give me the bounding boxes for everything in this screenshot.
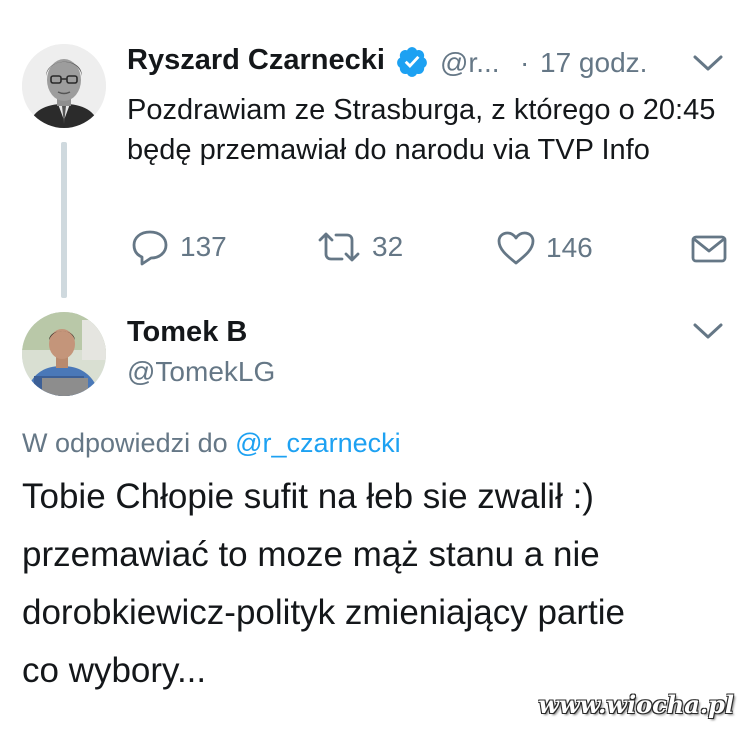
verified-badge-icon: [395, 45, 429, 79]
avatar-image: [22, 312, 106, 396]
watermark: www.wiocha.pl: [538, 690, 734, 719]
chevron-down-icon[interactable]: [690, 50, 726, 76]
reply-count: 137: [180, 231, 227, 262]
retweet-button[interactable]: 32: [316, 230, 403, 264]
tweet-text-line: przemawiać to moze mąż stanu a nie: [22, 535, 600, 574]
retweet-icon: [318, 232, 360, 262]
like-button[interactable]: 146: [496, 230, 593, 266]
avatar-ryszard-czarnecki[interactable]: [22, 44, 106, 128]
tweet-text: Pozdrawiam ze Strasburga, z którego o 20…: [127, 94, 716, 166]
reply-prefix: W odpowiedzi do: [22, 428, 228, 458]
reply-to-handle-link[interactable]: @r_czarnecki: [235, 428, 400, 458]
tweet-text-line: dorobkiewicz-polityk zmieniający partie: [22, 593, 626, 632]
tweet-text: Tobie Chłopie sufit na łeb sie zwalił :)…: [22, 468, 722, 700]
author-handle[interactable]: @r...: [440, 47, 500, 79]
like-count: 146: [546, 232, 593, 263]
meta-separator: ·: [520, 47, 530, 78]
avatar-tomek-b[interactable]: [22, 312, 106, 396]
direct-message-icon[interactable]: [690, 232, 728, 266]
retweet-count: 32: [372, 231, 404, 262]
tweet-timestamp[interactable]: 17 godz.: [540, 47, 647, 79]
avatar-image: [22, 44, 106, 128]
author-handle[interactable]: @TomekLG: [127, 356, 275, 388]
author-name[interactable]: Tomek B: [127, 316, 247, 349]
author-name[interactable]: Ryszard Czarnecki: [127, 44, 385, 77]
chevron-down-icon[interactable]: [690, 318, 726, 344]
thread-connector-line: [61, 142, 67, 298]
heart-icon: [497, 231, 535, 265]
reply-context: W odpowiedzi do @r_czarnecki: [22, 428, 401, 459]
tweet-text-line: Tobie Chłopie sufit na łeb sie zwalił :): [22, 477, 594, 516]
reply-icon: [132, 230, 168, 266]
reply-button[interactable]: 137: [130, 228, 227, 266]
